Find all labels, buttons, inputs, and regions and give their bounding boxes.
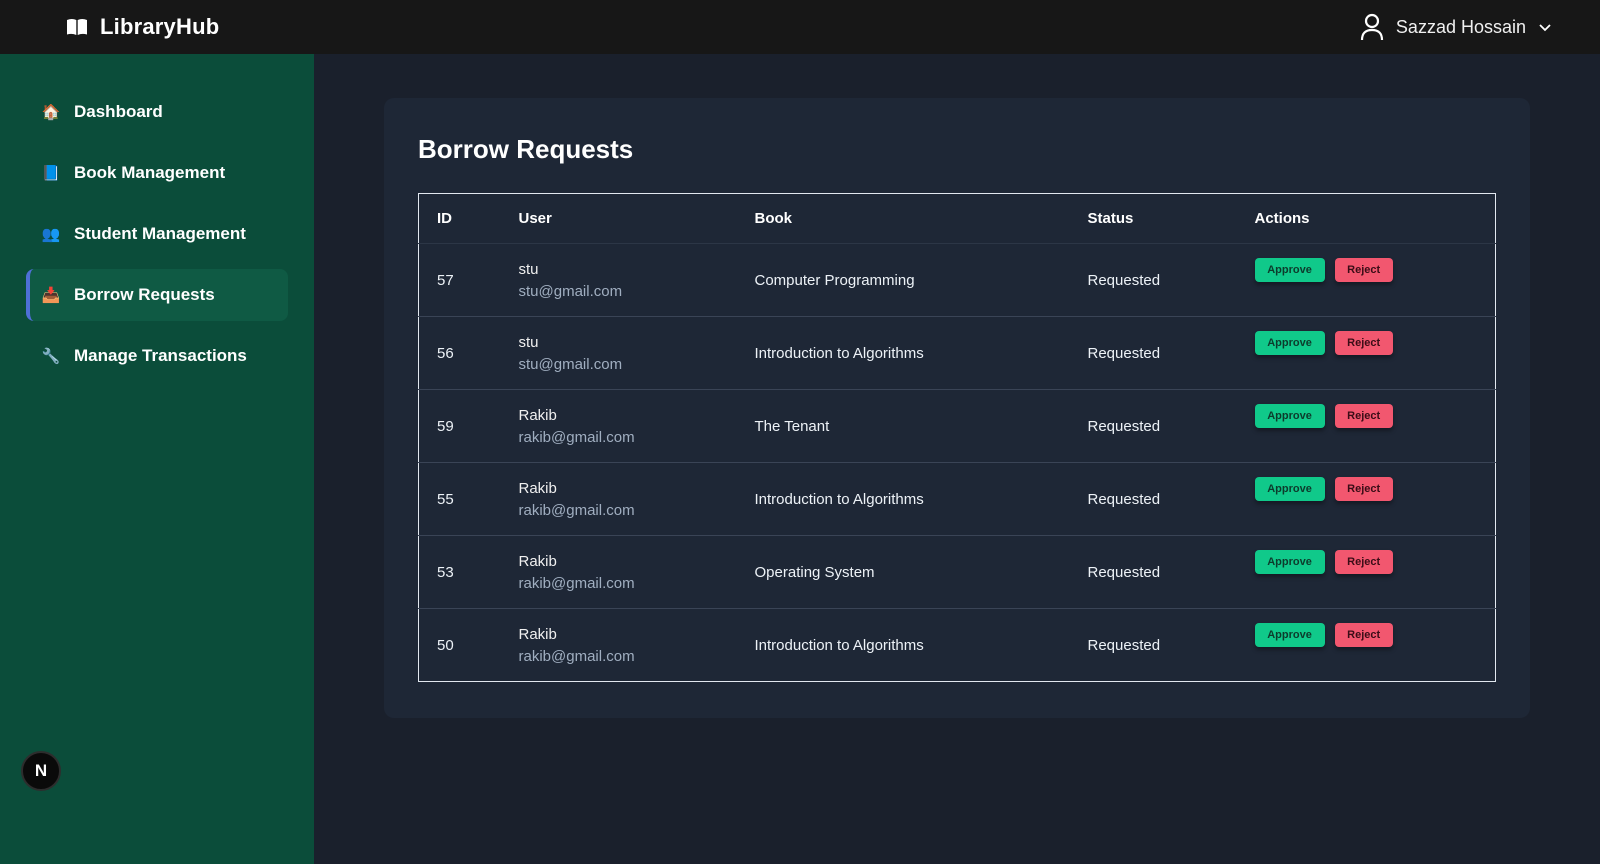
top-bar: LibraryHub Sazzad Hossain — [0, 0, 1600, 54]
user-icon — [1360, 13, 1384, 41]
wrench-icon: 🔧 — [41, 348, 61, 365]
cell-actions: Approve Reject — [1237, 536, 1496, 609]
user-name-text: Rakib — [518, 479, 557, 497]
user-name-text: Rakib — [518, 406, 557, 424]
cell-status: Requested — [1087, 636, 1161, 654]
user-email-text: rakib@gmail.com — [518, 501, 635, 519]
cell-id: 55 — [437, 490, 454, 508]
approve-button[interactable]: Approve — [1254, 623, 1325, 647]
sidebar: 🏠 Dashboard 📘 Book Management 👥 Student … — [0, 54, 314, 864]
table-row: 56 stu stu@gmail.com Introduction to Alg… — [418, 317, 1496, 390]
cell-user: stu stu@gmail.com — [501, 317, 737, 390]
inbox-tray-icon: 📥 — [41, 287, 61, 304]
cell-book: Operating System — [754, 563, 875, 581]
reject-button[interactable]: Reject — [1334, 623, 1393, 647]
reject-button[interactable]: Reject — [1334, 550, 1393, 574]
cell-book: Introduction to Algorithms — [754, 636, 924, 654]
cell-status: Requested — [1087, 344, 1161, 362]
table-header-row: ID User Book Status Actions — [418, 193, 1496, 244]
house-icon: 🏠 — [41, 104, 61, 121]
approve-button[interactable]: Approve — [1254, 404, 1325, 428]
sidebar-item-dashboard[interactable]: 🏠 Dashboard — [26, 86, 288, 138]
user-name-text: Rakib — [518, 552, 557, 570]
table-row: 55 Rakib rakib@gmail.com Introduction to… — [418, 463, 1496, 536]
cell-actions: Approve Reject — [1237, 317, 1496, 390]
chevron-down-icon — [1538, 20, 1552, 34]
cell-id: 50 — [437, 636, 454, 654]
approve-button[interactable]: Approve — [1254, 550, 1325, 574]
brand[interactable]: LibraryHub — [66, 14, 219, 40]
open-book-icon — [66, 17, 90, 37]
cell-book: Introduction to Algorithms — [754, 490, 924, 508]
users-icon: 👥 — [41, 226, 61, 243]
cell-book: Computer Programming — [754, 271, 915, 289]
sidebar-item-borrow-requests[interactable]: 📥 Borrow Requests — [26, 269, 288, 321]
borrow-requests-table: ID User Book Status Actions 57 stu stu@g… — [418, 193, 1496, 682]
main-content: Borrow Requests ID User Book Status Acti… — [314, 54, 1600, 864]
column-header-book: Book — [736, 193, 1070, 244]
cell-user: stu stu@gmail.com — [501, 244, 737, 317]
sidebar-item-label: Manage Transactions — [74, 346, 247, 365]
user-email-text: stu@gmail.com — [518, 282, 623, 300]
next-dev-badge[interactable]: N — [21, 751, 61, 791]
user-email-text: rakib@gmail.com — [518, 647, 635, 665]
column-header-status: Status — [1069, 193, 1237, 244]
table-row: 53 Rakib rakib@gmail.com Operating Syste… — [418, 536, 1496, 609]
sidebar-item-label: Book Management — [74, 163, 226, 182]
page-title: Borrow Requests — [418, 134, 634, 164]
column-header-id: ID — [418, 193, 501, 244]
approve-button[interactable]: Approve — [1254, 477, 1325, 501]
cell-user: Rakib rakib@gmail.com — [501, 390, 737, 463]
cell-status: Requested — [1087, 271, 1161, 289]
reject-button[interactable]: Reject — [1334, 331, 1393, 355]
sidebar-item-label: Borrow Requests — [74, 285, 215, 304]
book-icon: 📘 — [41, 165, 61, 182]
cell-id: 53 — [437, 563, 454, 581]
column-header-actions: Actions — [1236, 193, 1496, 244]
cell-user: Rakib rakib@gmail.com — [501, 536, 737, 609]
reject-button[interactable]: Reject — [1334, 477, 1393, 501]
cell-user: Rakib rakib@gmail.com — [501, 463, 737, 536]
cell-user: Rakib rakib@gmail.com — [501, 609, 737, 682]
user-email-text: stu@gmail.com — [518, 355, 623, 373]
sidebar-item-book-management[interactable]: 📘 Book Management — [26, 147, 288, 199]
table-row: 57 stu stu@gmail.com Computer Programmin… — [418, 244, 1496, 317]
approve-button[interactable]: Approve — [1254, 331, 1325, 355]
cell-actions: Approve Reject — [1237, 390, 1496, 463]
cell-actions: Approve Reject — [1237, 609, 1496, 682]
column-header-user: User — [500, 193, 737, 244]
user-name: Sazzad Hossain — [1395, 16, 1526, 37]
table-row: 59 Rakib rakib@gmail.com The Tenant Requ… — [418, 390, 1496, 463]
cell-status: Requested — [1087, 563, 1161, 581]
cell-id: 57 — [437, 271, 454, 289]
reject-button[interactable]: Reject — [1334, 258, 1393, 282]
cell-actions: Approve Reject — [1237, 463, 1496, 536]
table-row: 50 Rakib rakib@gmail.com Introduction to… — [419, 609, 1496, 682]
sidebar-item-manage-transactions[interactable]: 🔧 Manage Transactions — [26, 330, 288, 382]
cell-id: 59 — [437, 417, 454, 435]
user-email-text: rakib@gmail.com — [518, 574, 635, 592]
user-email-text: rakib@gmail.com — [518, 428, 635, 446]
cell-actions: Approve Reject — [1237, 244, 1496, 317]
user-menu[interactable]: Sazzad Hossain — [1360, 13, 1552, 41]
cell-status: Requested — [1087, 490, 1161, 508]
approve-button[interactable]: Approve — [1254, 258, 1325, 282]
cell-id: 56 — [437, 344, 454, 362]
reject-button[interactable]: Reject — [1334, 404, 1393, 428]
borrow-requests-card: Borrow Requests ID User Book Status Acti… — [384, 98, 1530, 718]
user-name-text: stu — [518, 260, 539, 278]
sidebar-item-student-management[interactable]: 👥 Student Management — [26, 208, 288, 260]
cell-book: The Tenant — [754, 417, 830, 435]
brand-name: LibraryHub — [100, 14, 220, 39]
sidebar-item-label: Student Management — [74, 224, 246, 243]
cell-book: Introduction to Algorithms — [754, 344, 924, 362]
cell-status: Requested — [1087, 417, 1161, 435]
sidebar-item-label: Dashboard — [74, 102, 163, 121]
user-name-text: stu — [518, 333, 539, 351]
user-name-text: Rakib — [518, 625, 557, 643]
